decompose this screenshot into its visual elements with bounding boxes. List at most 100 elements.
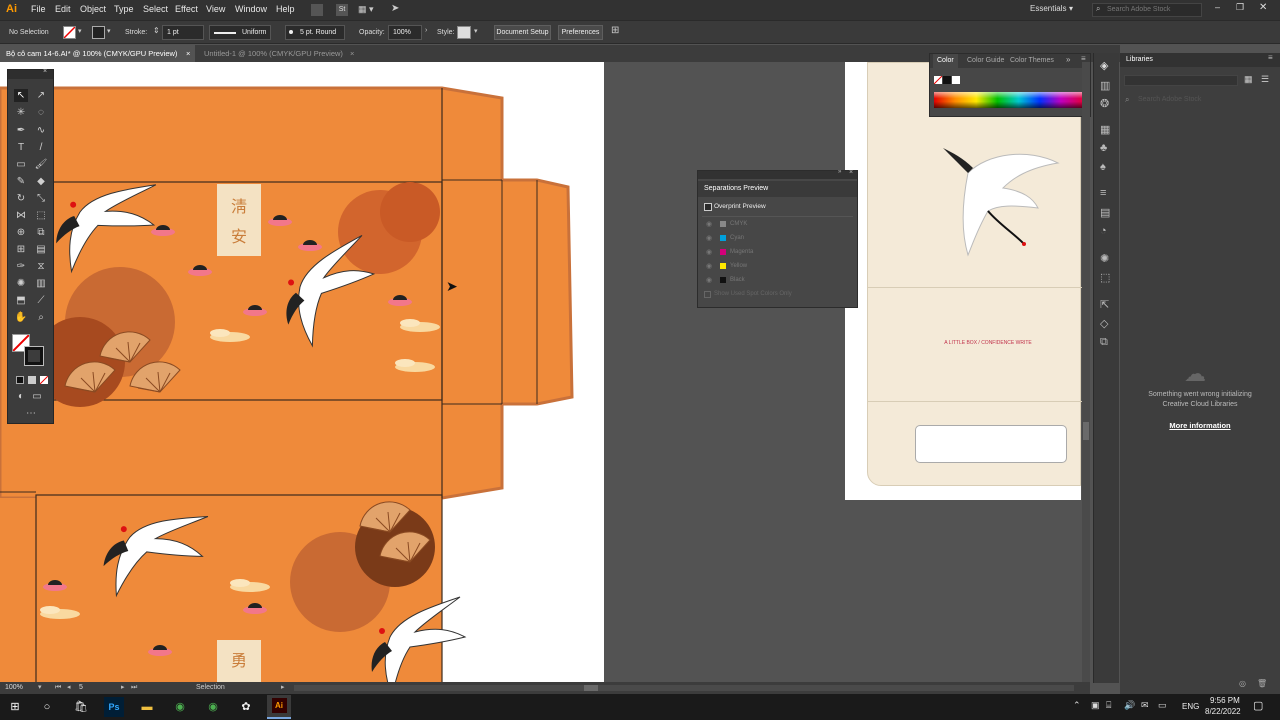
first-artboard-icon[interactable]: ⏮ [55, 682, 61, 694]
arrange-icon[interactable]: ⊞ [611, 25, 619, 36]
edit-toolbar-icon[interactable]: ⋯ [24, 407, 38, 420]
tab-color-guide[interactable]: Color Guide [967, 54, 1004, 68]
library-search-placeholder[interactable]: Search Adobe Stock [1138, 96, 1201, 103]
type-tool-icon[interactable]: T [14, 141, 28, 154]
volume-icon[interactable]: 🔊 [1124, 700, 1135, 711]
eye-icon[interactable]: ◉ [706, 276, 712, 284]
paintbrush-icon[interactable]: 🖌 [34, 158, 48, 171]
fill-swatch[interactable] [63, 26, 76, 39]
scrollbar-thumb[interactable] [584, 685, 598, 691]
close-icon[interactable]: × [43, 68, 47, 75]
artboard-back[interactable]: A LITTLE BOX / CONFIDENCE WRITE [845, 62, 1082, 500]
separation-row[interactable]: ◉ Yellow [702, 260, 853, 274]
graphic-styles-icon[interactable]: ⬚ [1100, 271, 1110, 284]
arrange-documents-icon[interactable]: ▦ ▾ [358, 4, 380, 16]
layers-icon[interactable]: ◇ [1100, 317, 1108, 330]
scrollbar-thumb[interactable] [1083, 422, 1089, 440]
brushes-icon[interactable]: ♣ [1100, 142, 1107, 154]
menu-select[interactable]: Select [143, 4, 168, 14]
curvature-tool-icon[interactable]: ∿ [34, 124, 48, 137]
stroke-weight-field[interactable]: 1 pt [162, 25, 204, 40]
selection-tool-icon[interactable]: ↖ [14, 89, 28, 102]
gradient-tool-icon[interactable]: ▤ [34, 243, 48, 256]
properties-icon[interactable]: ▥ [1100, 79, 1110, 92]
separation-row[interactable]: ◉ Magenta [702, 246, 853, 260]
network-icon[interactable]: ⌸ [1106, 700, 1111, 711]
perspective-grid-icon[interactable]: ⧉ [34, 226, 48, 239]
symbol-sprayer-icon[interactable]: ✺ [14, 277, 28, 290]
preferences-button[interactable]: Preferences [558, 25, 603, 40]
artboard-number[interactable]: 5 [79, 682, 83, 694]
restore-icon[interactable]: ❐ [1236, 2, 1244, 13]
chevron-right-icon[interactable]: ▸ [281, 682, 285, 694]
chevron-right-icon[interactable]: › [425, 27, 427, 34]
stroke-swatch[interactable] [92, 26, 105, 39]
style-swatch[interactable] [457, 26, 471, 39]
blend-tool-icon[interactable]: ⧖ [34, 260, 48, 273]
stock-search-field[interactable]: ⌕ Search Adobe Stock [1092, 3, 1202, 17]
none-mode-icon[interactable] [39, 375, 49, 385]
gradient-panel-icon[interactable]: ▤ [1100, 206, 1110, 219]
horizontal-scrollbar[interactable] [294, 685, 1074, 691]
width-tool-icon[interactable]: ⋈ [14, 209, 28, 222]
appearance-icon[interactable]: ✺ [1100, 252, 1109, 265]
bridge-icon[interactable] [311, 4, 323, 16]
document-setup-button[interactable]: Document Setup [494, 25, 551, 40]
eye-icon[interactable]: ◉ [706, 234, 712, 242]
separation-row[interactable]: ◉ CMYK [702, 218, 853, 232]
tab-document-1[interactable]: Bộ cô cam 14-6.AI* @ 100% (CMYK/GPU Prev… [0, 45, 195, 62]
grid-view-icon[interactable]: ▦ [1244, 74, 1253, 85]
shape-builder-icon[interactable]: ⊕ [14, 226, 28, 239]
menu-edit[interactable]: Edit [55, 4, 71, 14]
tab-document-2[interactable]: Untitled-1 @ 100% (CMYK/GPU Preview) × [198, 45, 358, 62]
close-icon[interactable]: ✕ [1259, 2, 1267, 13]
zoom-tool-icon[interactable]: ⌕ [34, 311, 48, 324]
gradient-mode-icon[interactable] [28, 376, 36, 384]
rotate-tool-icon[interactable]: ↻ [14, 192, 28, 205]
gpu-performance-icon[interactable]: ➤ [391, 3, 399, 14]
menu-view[interactable]: View [206, 4, 225, 14]
separation-row[interactable]: ◉ Black [702, 274, 853, 288]
close-tab-icon[interactable]: × [350, 45, 354, 62]
color-mode-icon[interactable] [16, 376, 24, 384]
artboard-tool-icon[interactable]: ⬒ [14, 294, 28, 307]
store-icon[interactable]: 🛍 [71, 697, 91, 717]
eye-icon[interactable]: ◉ [706, 220, 712, 228]
library-selector[interactable] [1124, 75, 1238, 86]
stock-icon[interactable]: St [336, 4, 348, 16]
symbols-icon[interactable]: ♠ [1100, 161, 1106, 173]
language-indicator[interactable]: ENG [1182, 702, 1199, 711]
rectangle-tool-icon[interactable]: ▭ [14, 158, 28, 171]
menu-window[interactable]: Window [235, 4, 267, 14]
menu-object[interactable]: Object [80, 4, 106, 14]
color-guide-icon[interactable]: ❂ [1100, 97, 1109, 110]
libraries-dock-icon[interactable]: ◈ [1100, 59, 1108, 72]
none-swatch[interactable] [933, 75, 943, 85]
artboard-front[interactable]: 淸 安 勇 ➤ [0, 62, 604, 682]
menu-type[interactable]: Type [114, 4, 134, 14]
zoom-level[interactable]: 100% [5, 682, 23, 694]
mesh-tool-icon[interactable]: ⊞ [14, 243, 28, 256]
cc-sync-icon[interactable]: ◎ [1239, 679, 1246, 688]
brush-definition[interactable]: 5 pt. Round [285, 25, 345, 40]
free-transform-icon[interactable]: ⬚ [34, 209, 48, 222]
stroke-color-box[interactable] [24, 346, 44, 366]
fill-dropdown-icon[interactable]: ▾ [78, 27, 82, 35]
prev-artboard-icon[interactable]: ◂ [67, 682, 71, 694]
chrome-icon[interactable]: ◉ [170, 697, 190, 717]
panel-grip[interactable]: » × [698, 169, 857, 179]
tab-color-themes[interactable]: Color Themes [1010, 54, 1054, 68]
color-spectrum[interactable] [934, 92, 1082, 108]
menu-help[interactable]: Help [276, 4, 295, 14]
search-icon[interactable]: ○ [37, 697, 57, 717]
eyedropper-icon[interactable]: ✑ [14, 260, 28, 273]
transparency-icon[interactable]: ◔ [1100, 225, 1107, 237]
tab-color[interactable]: Color [933, 54, 958, 68]
swatches-icon[interactable]: ▦ [1100, 123, 1110, 136]
magic-wand-icon[interactable]: ✳ [14, 106, 28, 119]
eye-icon[interactable]: ◉ [706, 248, 712, 256]
menu-file[interactable]: File [31, 4, 46, 14]
stroke-dropdown-icon[interactable]: ▾ [107, 27, 111, 35]
variable-width-profile[interactable]: Uniform [209, 25, 271, 40]
eraser-icon[interactable]: ◆ [34, 175, 48, 188]
